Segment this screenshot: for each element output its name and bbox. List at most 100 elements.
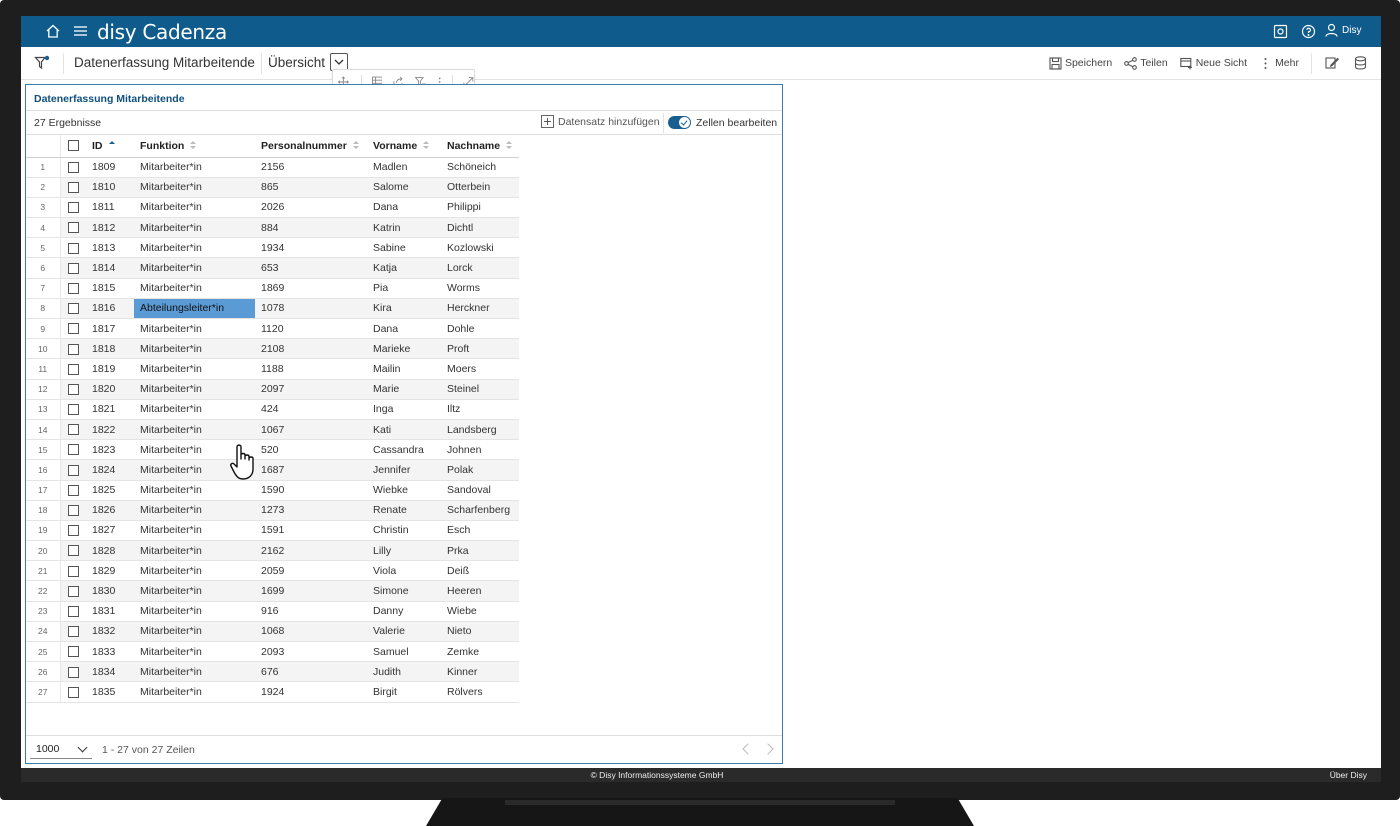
cell-vorname[interactable]: Dana xyxy=(367,318,441,340)
cell-vorname[interactable]: Katja xyxy=(367,257,441,279)
help-icon[interactable] xyxy=(1301,24,1316,39)
cell-nachname[interactable]: Proft xyxy=(441,338,519,360)
cell-funktion[interactable]: Mitarbeiter*in xyxy=(134,257,255,279)
cell-funktion[interactable]: Mitarbeiter*in xyxy=(134,217,255,239)
cell-funktion[interactable]: Mitarbeiter*in xyxy=(134,661,255,683)
column-header-funktion[interactable]: Funktion xyxy=(134,135,255,158)
cell-funktion[interactable]: Mitarbeiter*in xyxy=(134,500,255,521)
cell-personalnummer[interactable]: 1934 xyxy=(255,237,367,259)
cell-vorname[interactable]: Madlen xyxy=(367,157,441,178)
cell-nachname[interactable]: Dohle xyxy=(441,318,519,340)
cell-personalnummer[interactable]: 2108 xyxy=(255,338,367,360)
database-icon[interactable] xyxy=(1354,56,1367,70)
cell-personalnummer[interactable]: 676 xyxy=(255,661,367,683)
cell-nachname[interactable]: Worms xyxy=(441,278,519,299)
table-row[interactable]: 1 1809 Mitarbeiter*in 2156 Madlen Schöneich xyxy=(26,157,519,178)
cell-funktion[interactable]: Mitarbeiter*in xyxy=(134,379,255,400)
cell-vorname[interactable]: Jennifer xyxy=(367,459,441,481)
cell-vorname[interactable]: Renate xyxy=(367,500,441,521)
table-row[interactable]: 9 1817 Mitarbeiter*in 1120 Dana Dohle xyxy=(26,318,519,340)
table-row[interactable]: 12 1820 Mitarbeiter*in 2097 Marie Steinel xyxy=(26,379,519,400)
cell-personalnummer[interactable]: 916 xyxy=(255,601,367,622)
table-row[interactable]: 16 1824 Mitarbeiter*in 1687 Jennifer Polak xyxy=(26,459,519,481)
cell-vorname[interactable]: Danny xyxy=(367,601,441,622)
cell-nachname[interactable]: Dichtl xyxy=(441,217,519,239)
cell-vorname[interactable]: Mailin xyxy=(367,358,441,380)
table-row[interactable]: 7 1815 Mitarbeiter*in 1869 Pia Worms xyxy=(26,278,519,299)
cell-vorname[interactable]: Kati xyxy=(367,419,441,441)
cell-personalnummer[interactable]: 1699 xyxy=(255,580,367,602)
cell-vorname[interactable]: Pia xyxy=(367,278,441,299)
cell-vorname[interactable]: Valerie xyxy=(367,621,441,643)
cell-nachname[interactable]: Iltz xyxy=(441,399,519,420)
row-checkbox[interactable] xyxy=(67,161,79,173)
chevron-left-icon[interactable] xyxy=(742,743,754,755)
cell-id[interactable]: 1809 xyxy=(92,157,134,178)
cell-vorname[interactable]: Birgit xyxy=(367,681,441,703)
cell-personalnummer[interactable]: 520 xyxy=(255,439,367,461)
row-checkbox[interactable] xyxy=(67,343,79,355)
column-header-vorname[interactable]: Vorname xyxy=(367,135,441,158)
cell-funktion[interactable]: Mitarbeiter*in xyxy=(134,197,255,219)
table-row[interactable]: 21 1829 Mitarbeiter*in 2059 Viola Deiß xyxy=(26,560,519,582)
menu-icon[interactable] xyxy=(73,24,88,38)
cell-funktion[interactable]: Mitarbeiter*in xyxy=(134,641,255,663)
cell-vorname[interactable]: Lilly xyxy=(367,540,441,562)
chevron-right-icon[interactable] xyxy=(762,743,774,755)
cell-id[interactable]: 1825 xyxy=(92,480,134,501)
more-button[interactable]: Mehr xyxy=(1259,57,1299,70)
filter-icon[interactable] xyxy=(34,55,50,71)
cell-nachname[interactable]: Polak xyxy=(441,459,519,481)
cell-nachname[interactable]: Zemke xyxy=(441,641,519,663)
cell-id[interactable]: 1832 xyxy=(92,621,134,643)
cell-id[interactable]: 1813 xyxy=(92,237,134,259)
cell-vorname[interactable]: Kira xyxy=(367,298,441,320)
cell-id[interactable]: 1811 xyxy=(92,197,134,219)
save-button[interactable]: Speichern xyxy=(1049,56,1112,70)
cell-id[interactable]: 1823 xyxy=(92,439,134,461)
cell-nachname[interactable]: Esch xyxy=(441,520,519,542)
row-checkbox[interactable] xyxy=(67,242,79,254)
table-row[interactable]: 3 1811 Mitarbeiter*in 2026 Dana Philippi xyxy=(26,197,519,219)
cell-vorname[interactable]: Dana xyxy=(367,197,441,219)
cell-personalnummer[interactable]: 2026 xyxy=(255,197,367,219)
edit-cells-toggle[interactable]: Zellen bearbeiten xyxy=(668,116,777,129)
cell-personalnummer[interactable]: 2156 xyxy=(255,157,367,178)
cell-nachname[interactable]: Moers xyxy=(441,358,519,380)
row-checkbox[interactable] xyxy=(67,222,79,234)
cell-vorname[interactable]: Inga xyxy=(367,399,441,420)
cell-funktion[interactable]: Mitarbeiter*in xyxy=(134,520,255,542)
table-row[interactable]: 23 1831 Mitarbeiter*in 916 Danny Wiebe xyxy=(26,601,519,622)
table-row[interactable]: 10 1818 Mitarbeiter*in 2108 Marieke Proft xyxy=(26,338,519,360)
cell-funktion[interactable]: Mitarbeiter*in xyxy=(134,480,255,501)
column-header-nachname[interactable]: Nachname xyxy=(441,135,519,158)
cell-id[interactable]: 1824 xyxy=(92,459,134,481)
select-all-checkbox[interactable] xyxy=(67,140,79,152)
cell-vorname[interactable]: Simone xyxy=(367,580,441,602)
cell-funktion[interactable]: Mitarbeiter*in xyxy=(134,540,255,562)
cell-id[interactable]: 1810 xyxy=(92,177,134,198)
cell-id[interactable]: 1835 xyxy=(92,681,134,703)
row-checkbox[interactable] xyxy=(67,646,79,658)
cell-nachname[interactable]: Kinner xyxy=(441,661,519,683)
cell-id[interactable]: 1827 xyxy=(92,520,134,542)
cell-vorname[interactable]: Viola xyxy=(367,560,441,582)
cell-vorname[interactable]: Christin xyxy=(367,520,441,542)
row-checkbox[interactable] xyxy=(67,626,79,638)
table-row[interactable]: 4 1812 Mitarbeiter*in 884 Katrin Dichtl xyxy=(26,217,519,239)
table-row[interactable]: 14 1822 Mitarbeiter*in 1067 Kati Landsberg xyxy=(26,419,519,441)
cell-personalnummer[interactable]: 1067 xyxy=(255,419,367,441)
cell-nachname[interactable]: Herckner xyxy=(441,298,519,320)
app-brand[interactable]: disy Cadenza xyxy=(97,21,227,43)
cell-funktion[interactable]: Mitarbeiter*in xyxy=(134,318,255,340)
row-checkbox[interactable] xyxy=(67,404,79,416)
sort-icon[interactable] xyxy=(352,141,359,150)
row-checkbox[interactable] xyxy=(67,424,79,436)
cell-nachname[interactable]: Landsberg xyxy=(441,419,519,441)
cell-id[interactable]: 1815 xyxy=(92,278,134,299)
row-checkbox[interactable] xyxy=(67,686,79,698)
cell-nachname[interactable]: Philippi xyxy=(441,197,519,219)
cell-funktion[interactable]: Mitarbeiter*in xyxy=(134,560,255,582)
sort-icon[interactable] xyxy=(190,141,197,150)
row-checkbox[interactable] xyxy=(67,565,79,577)
